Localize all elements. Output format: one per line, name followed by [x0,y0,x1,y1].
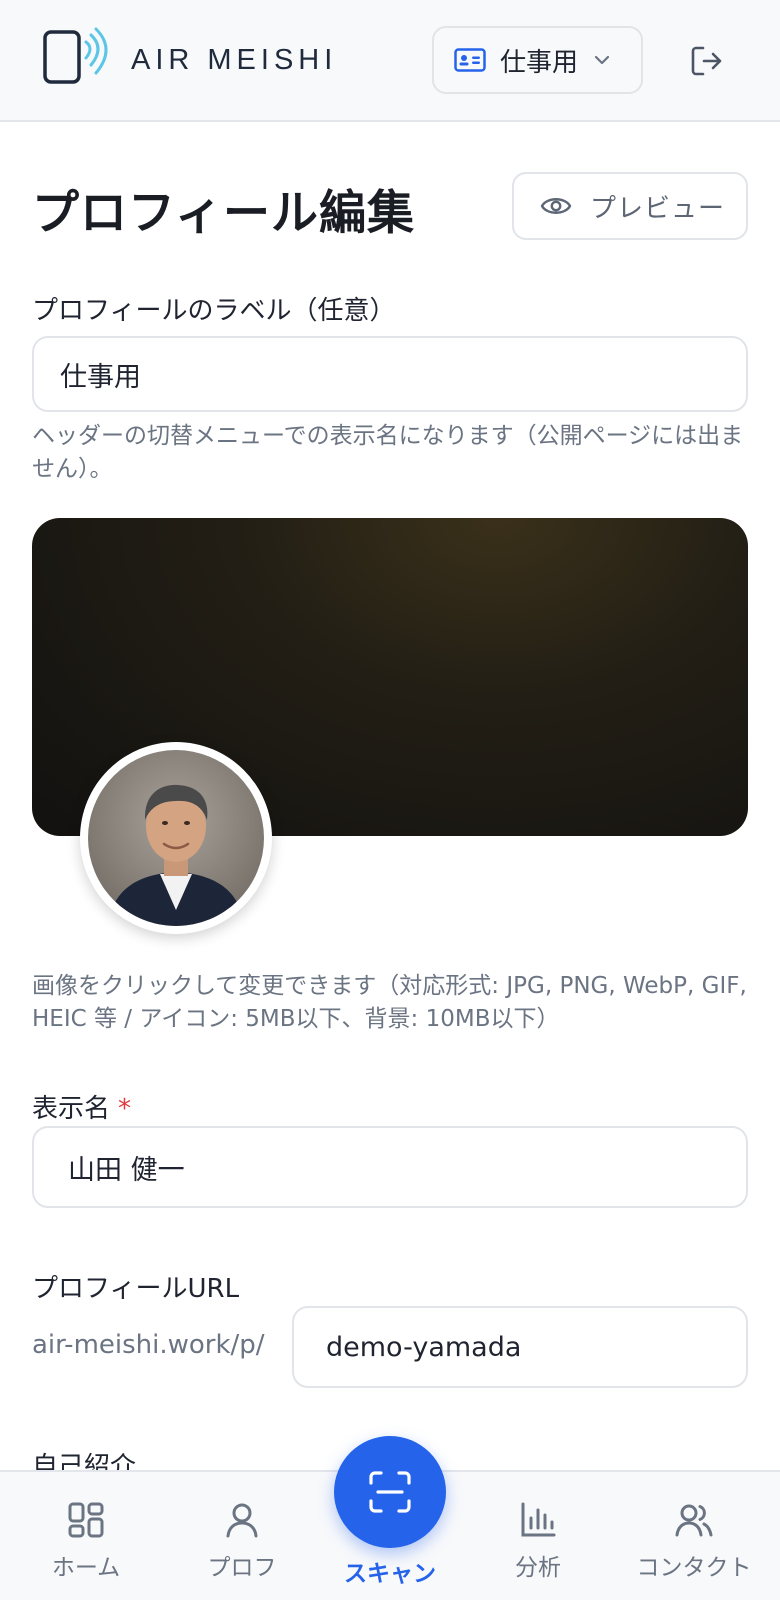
logo-icon [43,27,108,84]
nav-profile-label: プロフ [207,1555,277,1581]
users-icon [675,1504,713,1537]
brand-name: AIR MEISHI [131,44,338,76]
nav-home-label: ホーム [51,1555,121,1581]
chevron-down-icon [594,55,610,65]
profile-url-input[interactable]: demo-yamada [292,1306,748,1388]
nav-profile[interactable]: プロフ [172,1500,312,1582]
bar-chart-icon [521,1502,556,1537]
display-name-label-text: 表示名 [32,1094,111,1124]
scan-icon [369,1471,411,1513]
profile-url-label: プロフィールURL [32,1274,240,1304]
avatar[interactable] [80,742,272,934]
nav-analytics-label: 分析 [515,1555,561,1581]
required-mark: * [118,1094,132,1124]
preview-button-label: プレビュー [590,193,726,224]
nav-contacts[interactable]: コンタクト [624,1500,764,1582]
page-title: プロフィール編集 [32,186,416,241]
preview-button[interactable]: プレビュー [512,172,748,240]
profile-label-input[interactable]: 仕事用 [32,336,748,412]
display-name-input[interactable]: 山田 健一 [32,1126,748,1208]
nav-contacts-label: コンタクト [636,1555,752,1581]
scan-button[interactable] [334,1436,446,1548]
eye-icon [540,198,572,214]
id-card-icon [454,48,486,72]
profile-url-prefix: air-meishi.work/p/ [32,1330,265,1360]
avatar-photo [88,750,264,926]
nav-scan-label[interactable]: スキャン [330,1554,450,1588]
nav-home[interactable]: ホーム [16,1500,156,1582]
logout-icon[interactable] [690,44,724,78]
app-header: AIR MEISHI 仕事用 [0,0,780,122]
display-name-label: 表示名 * [32,1088,131,1125]
profile-label-label: プロフィールのラベル（任意） [32,296,396,326]
profile-switcher-label: 仕事用 [500,47,579,78]
image-hint: 画像をクリックして変更できます（対応形式: JPG, PNG, WebP, GI… [32,973,747,1032]
profile-switcher[interactable]: 仕事用 [432,26,643,94]
grid-icon [68,1502,104,1538]
nav-analytics[interactable]: 分析 [468,1500,608,1582]
user-icon [226,1503,258,1538]
profile-label-hint: ヘッダーの切替メニューでの表示名になります（公開ページには出ません）。 [32,423,744,482]
